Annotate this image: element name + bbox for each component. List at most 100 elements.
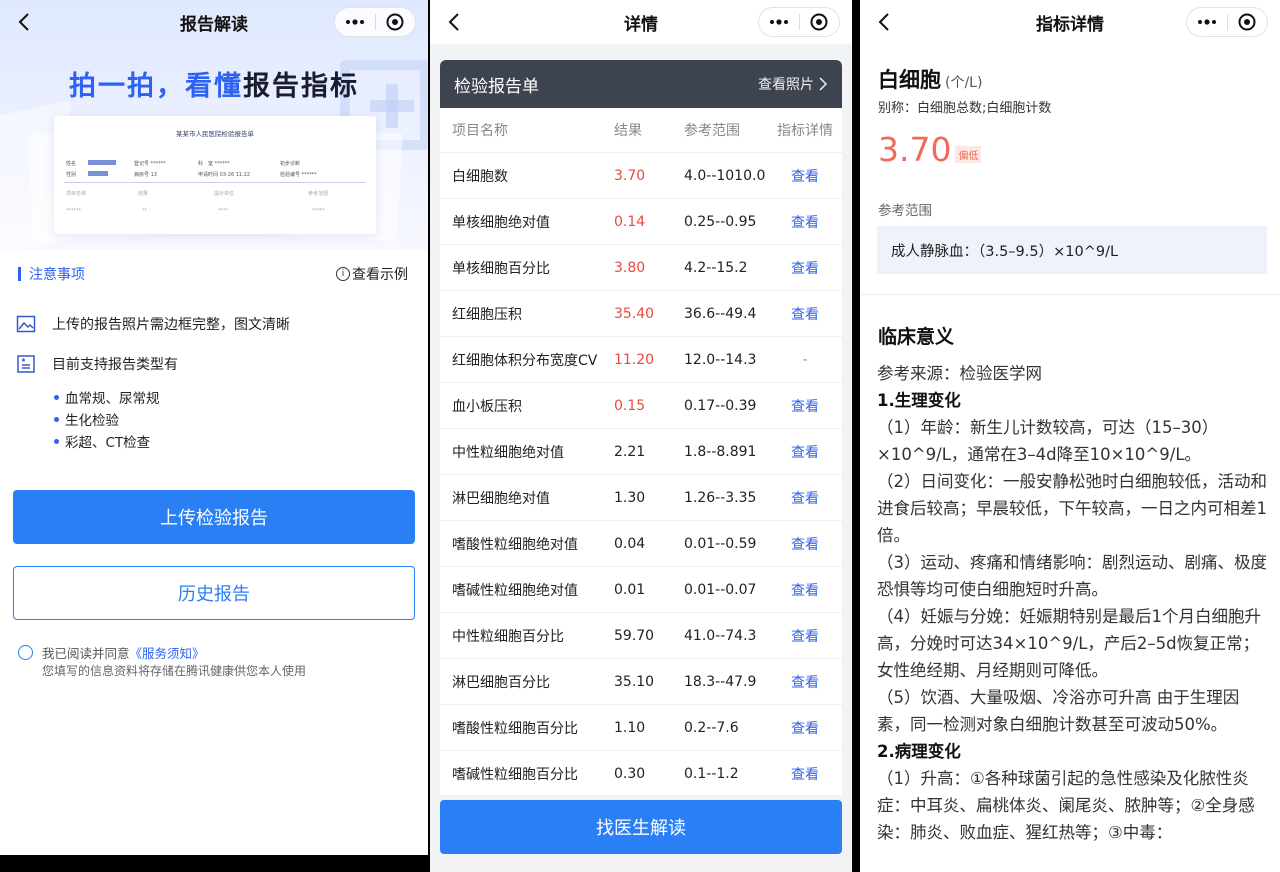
item-name: 红细胞压积	[452, 306, 522, 323]
report-types-list: 血常规、尿常规 生化检验 彩超、CT检查	[54, 386, 160, 452]
view-indicator-link[interactable]: 查看	[768, 672, 842, 692]
table-body: 白细胞数 3.70 4.0--1010.0 查看 单核细胞绝对值 0.14 0.25--0.…	[440, 153, 842, 795]
view-indicator-link[interactable]: 查看	[768, 534, 842, 554]
close-mini-program-button[interactable]	[376, 8, 416, 36]
back-button[interactable]	[442, 8, 466, 36]
sample-field: 性别	[66, 172, 77, 178]
sample-field: 初步诊断	[280, 161, 301, 167]
find-doctor-button[interactable]: 找医生解读	[440, 800, 842, 854]
navigation-bar: 指标详情	[860, 0, 1280, 44]
item-result: 3.80	[614, 259, 646, 276]
table-row: 嗜碱性粒细胞绝对值 0.01 0.01--0.07 查看	[440, 567, 842, 613]
item-name: 淋巴细胞百分比	[452, 674, 550, 691]
document-list-icon	[17, 355, 35, 373]
table-row: 红细胞压积 35.40 36.6--49.4 查看	[440, 291, 842, 337]
chevron-left-icon	[878, 13, 889, 31]
close-mini-program-button[interactable]	[1228, 8, 1268, 36]
item-name: 血小板压积	[452, 398, 522, 415]
chevron-left-icon	[18, 13, 29, 31]
clinical-significance-title: 临床意义	[878, 326, 955, 348]
sample-field: ****	[218, 208, 228, 214]
sample-field: *****	[312, 208, 325, 214]
sample-field: 检验编号 ******	[280, 172, 317, 178]
close-mini-program-button[interactable]	[800, 8, 840, 36]
page-title: 指标详情	[1036, 14, 1104, 35]
more-button[interactable]	[335, 8, 375, 36]
sample-redaction-bar	[88, 160, 116, 165]
upload-report-button[interactable]: 上传检验报告	[13, 490, 415, 544]
clinical-significance-article: 参考来源：检验医学网 1.生理变化 （1）年龄：新生儿计数较高，可达（15–30…	[877, 360, 1269, 846]
indicator-name-text: 白细胞	[878, 68, 941, 92]
lab-report-card: 检验报告单 查看照片 项目名称 结果 参考范围 指标详情 白细胞数 3.70 4.0…	[440, 60, 842, 795]
view-indicator-link[interactable]: 查看	[768, 258, 842, 278]
info-icon: i	[336, 267, 350, 281]
column-header: 参考范围	[684, 123, 740, 139]
indicator-alias: 别称：白细胞总数;白细胞计数	[878, 101, 1052, 116]
item-reference-range: 0.1--1.2	[684, 765, 739, 782]
view-indicator-link[interactable]: 查看	[768, 488, 842, 508]
sample-divider	[64, 182, 366, 183]
article-paragraph: （2）日间变化：一般安静松弛时白细胞较低，活动和进食后较高；早晨较低，下午较高，…	[877, 472, 1267, 545]
item-result: 0.01	[614, 581, 646, 598]
more-button[interactable]	[759, 8, 799, 36]
item-result: 59.70	[614, 627, 655, 644]
table-row: 中性粒细胞百分比 59.70 41.0--74.3 查看	[440, 613, 842, 659]
sample-field: 参考范围	[308, 191, 329, 197]
tip-photo-quality-text: 上传的报告照片需边框完整，图文清晰	[52, 317, 290, 333]
tip-report-types-text: 目前支持报告类型有	[52, 357, 178, 373]
item-reference-range: 0.25--0.95	[684, 213, 757, 230]
indicator-value: 3.70	[878, 130, 952, 169]
article-paragraph: （3）运动、疼痛和情绪影响：剧烈运动、剧痛、极度恐惧等均可使白细胞短时升高。	[877, 553, 1267, 599]
view-indicator-link[interactable]: 查看	[768, 396, 842, 416]
sample-report-image: 某某市人民医院检验报告单 姓名 登记号 ****** 科 室 ****** 初步…	[54, 116, 376, 234]
view-indicator-link[interactable]: 查看	[768, 212, 842, 232]
view-indicator-link[interactable]: 查看	[768, 718, 842, 738]
table-row: 单核细胞百分比 3.80 4.2--15.2 查看	[440, 245, 842, 291]
item-result: 35.40	[614, 305, 655, 322]
indicator-value-block: 3.70 偏低	[878, 130, 982, 169]
table-row: 嗜碱性粒细胞百分比 0.30 0.1--1.2 查看	[440, 751, 842, 795]
article-heading: 1.生理变化	[877, 391, 961, 410]
item-result: 3.70	[614, 167, 646, 184]
report-card-header: 检验报告单 查看照片	[440, 60, 842, 108]
item-reference-range: 12.0--14.3	[684, 351, 757, 368]
item-reference-range: 4.2--15.2	[684, 259, 748, 276]
view-indicator-link[interactable]: 查看	[768, 166, 842, 186]
target-close-icon	[810, 13, 828, 31]
tip-photo-quality: 上传的报告照片需边框完整，图文清晰	[16, 314, 290, 334]
table-row: 嗜酸性粒细胞百分比 1.10 0.2--7.6 查看	[440, 705, 842, 751]
view-indicator-link[interactable]: 查看	[768, 304, 842, 324]
image-frame-icon	[16, 315, 36, 333]
item-reference-range: 36.6--49.4	[684, 305, 757, 322]
hero-title: 拍一拍，看懂报告指标	[0, 64, 428, 103]
indicator-unit: (个/L)	[945, 75, 983, 91]
reference-range-label: 参考范围	[878, 203, 932, 219]
history-report-button[interactable]: 历史报告	[13, 566, 415, 620]
report-type-label: 生化检验	[65, 413, 119, 429]
view-indicator-link[interactable]: 查看	[768, 442, 842, 462]
indicator-detail-screen: 指标详情 白细胞 (个/L) 别称：白细胞总数;白细胞计数 3.70 偏低 参考范…	[860, 0, 1280, 872]
view-indicator-link[interactable]: 查看	[768, 764, 842, 784]
item-result: 0.15	[614, 397, 646, 414]
agreement-row: 我已阅读并同意 《服务须知》	[18, 643, 205, 662]
view-photo-link[interactable]: 查看照片	[758, 74, 828, 94]
more-button[interactable]	[1187, 8, 1227, 36]
bullet-dot	[54, 394, 59, 400]
chevron-right-icon	[819, 77, 828, 91]
more-dots-icon	[345, 19, 364, 25]
view-indicator-link[interactable]: 查看	[768, 580, 842, 600]
list-item: 彩超、CT检查	[54, 430, 160, 452]
sample-field: 病房号 13	[134, 172, 157, 178]
back-button[interactable]	[12, 8, 36, 36]
mini-program-capsule	[334, 7, 416, 37]
service-terms-link[interactable]: 《服务须知》	[130, 643, 205, 662]
view-example-link[interactable]: i 查看示例	[336, 264, 408, 284]
bullet-dot	[54, 438, 59, 444]
item-name: 嗜碱性粒细胞百分比	[452, 766, 578, 783]
back-button[interactable]	[872, 8, 896, 36]
item-name: 嗜酸性粒细胞百分比	[452, 720, 578, 737]
view-indicator-link[interactable]: 查看	[768, 626, 842, 646]
agree-radio[interactable]	[18, 645, 33, 660]
sample-field: **	[142, 208, 147, 214]
table-row: 淋巴细胞绝对值 1.30 1.26--3.35 查看	[440, 475, 842, 521]
